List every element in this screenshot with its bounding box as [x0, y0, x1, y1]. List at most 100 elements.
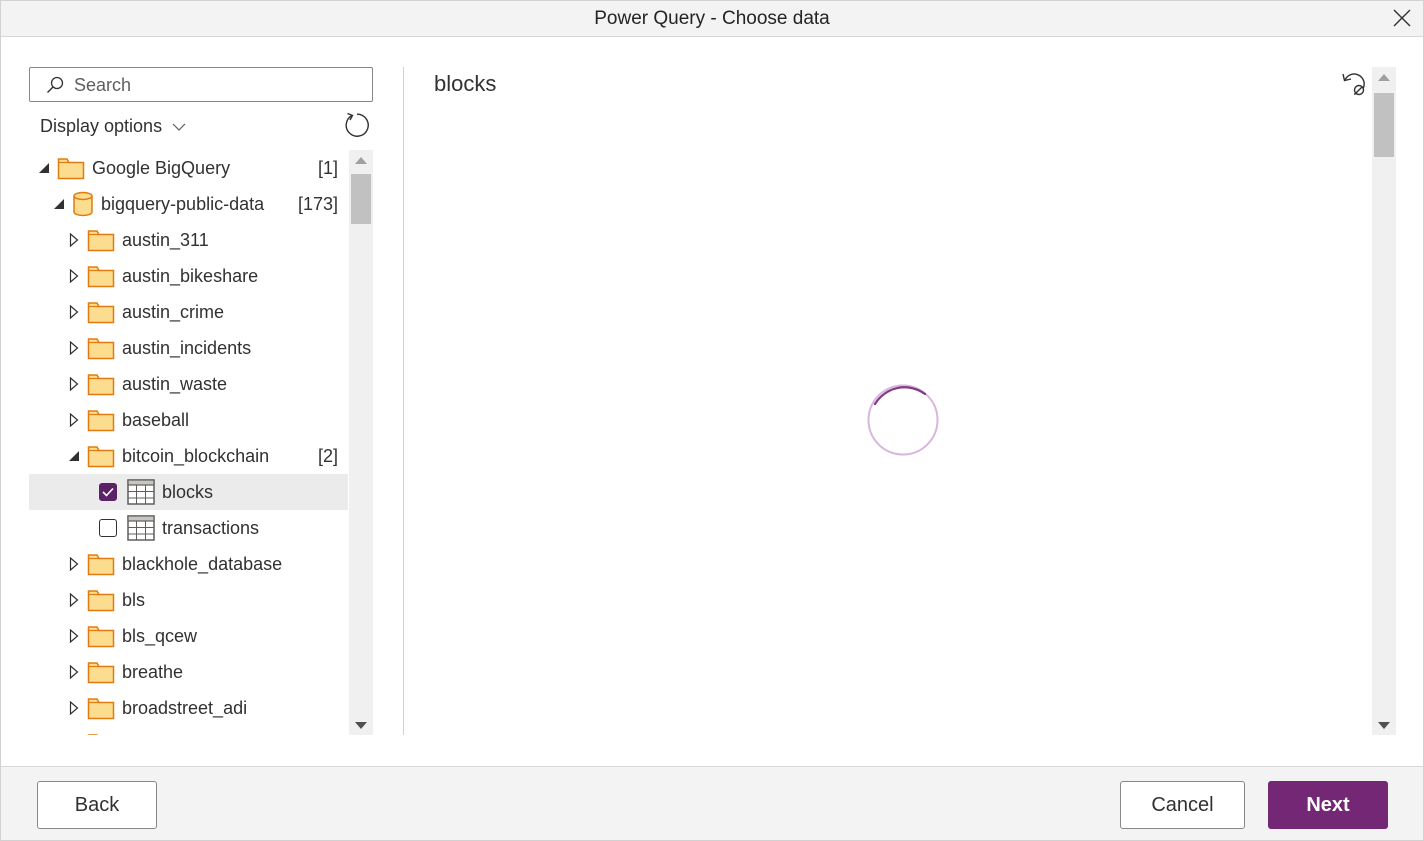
- loading-spinner: [867, 384, 939, 456]
- tree-item[interactable]: austin_waste: [29, 366, 348, 402]
- tree-item-label: broadstreet_adi: [122, 697, 248, 718]
- refresh-icon: [345, 112, 369, 137]
- tree-item[interactable]: austin_crime: [29, 294, 348, 330]
- tree-item[interactable]: blocks: [29, 474, 348, 510]
- folder-icon: [87, 299, 115, 325]
- tree-item[interactable]: austin_bikeshare: [29, 258, 348, 294]
- folder-icon: [87, 623, 115, 649]
- tree-item-label: bls_qcew: [122, 625, 198, 646]
- expanded-caret-icon[interactable]: [52, 197, 66, 211]
- back-button[interactable]: Back: [37, 781, 157, 829]
- collapsed-caret-icon[interactable]: [67, 701, 81, 715]
- item-count: [2]: [317, 445, 338, 466]
- table-icon: [127, 479, 155, 505]
- collapsed-caret-icon[interactable]: [67, 557, 81, 571]
- expanded-caret-icon[interactable]: [67, 449, 81, 463]
- tree-item[interactable]: Google BigQuery [1]: [29, 150, 348, 186]
- tree-scrollbar[interactable]: [349, 150, 373, 735]
- tree-item-label: blackhole_database: [122, 553, 283, 574]
- next-button[interactable]: Next: [1268, 781, 1388, 829]
- dialog-footer: Back Cancel Next: [0, 766, 1424, 841]
- folder-icon: [87, 371, 115, 397]
- preview-scrollbar[interactable]: [1372, 67, 1396, 735]
- arrow-up-icon: [355, 156, 367, 164]
- window-title: Power Query - Choose data: [594, 8, 830, 29]
- folder-icon: [87, 443, 115, 469]
- folder-icon: [87, 587, 115, 613]
- close-icon: [1393, 9, 1411, 27]
- tree-item-label: transactions: [162, 517, 260, 538]
- title-bar: Power Query - Choose data: [0, 0, 1424, 37]
- scroll-down-button[interactable]: [349, 717, 373, 733]
- folder-icon: [87, 263, 115, 289]
- table-icon: [127, 515, 155, 541]
- scroll-thumb[interactable]: [1374, 93, 1394, 157]
- item-checkbox[interactable]: [99, 483, 117, 501]
- collapsed-caret-icon[interactable]: [67, 665, 81, 679]
- refresh-disabled-icon: [1342, 73, 1365, 96]
- refresh-preview-button[interactable]: [1340, 70, 1368, 98]
- tree-item-label: Google BigQuery: [92, 157, 231, 178]
- close-button[interactable]: [1391, 7, 1413, 29]
- expanded-caret-icon[interactable]: [37, 161, 51, 175]
- tree-item[interactable]: broadstreet_adi: [29, 690, 348, 726]
- collapsed-caret-icon[interactable]: [67, 593, 81, 607]
- tree-item-partial[interactable]: [29, 726, 348, 735]
- tree-item[interactable]: bigquery-public-data [173]: [29, 186, 348, 222]
- item-count: [173]: [297, 193, 338, 214]
- tree-item[interactable]: baseball: [29, 402, 348, 438]
- arrow-up-icon: [1378, 73, 1390, 81]
- item-checkbox[interactable]: [99, 519, 117, 537]
- tree-item-label: bitcoin_blockchain: [122, 445, 270, 466]
- search-input[interactable]: [74, 74, 364, 96]
- tree-item[interactable]: breathe: [29, 654, 348, 690]
- tree-item[interactable]: blackhole_database: [29, 546, 348, 582]
- tree-item[interactable]: austin_incidents: [29, 330, 348, 366]
- tree-item-label: austin_waste: [122, 373, 228, 394]
- scroll-down-button[interactable]: [1372, 717, 1396, 733]
- tree-item[interactable]: bls: [29, 582, 348, 618]
- search-icon: [47, 76, 64, 93]
- panel-divider: [403, 67, 404, 735]
- tree-item[interactable]: bitcoin_blockchain [2]: [29, 438, 348, 474]
- tree-item-label: blocks: [162, 481, 214, 502]
- tree-item-label: bigquery-public-data: [101, 193, 265, 214]
- collapsed-caret-icon[interactable]: [67, 413, 81, 427]
- preview-title: blocks: [434, 71, 497, 96]
- folder-icon: [87, 731, 115, 735]
- folder-icon: [87, 227, 115, 253]
- folder-icon: [87, 695, 115, 721]
- collapsed-caret-icon[interactable]: [67, 377, 81, 391]
- tree-item[interactable]: bls_qcew: [29, 618, 348, 654]
- folder-icon: [87, 551, 115, 577]
- arrow-down-icon: [1378, 721, 1390, 729]
- collapsed-caret-icon[interactable]: [67, 629, 81, 643]
- collapsed-caret-icon[interactable]: [67, 305, 81, 319]
- folder-icon: [57, 155, 85, 181]
- collapsed-caret-icon[interactable]: [67, 233, 81, 247]
- collapsed-caret-icon[interactable]: [67, 341, 81, 355]
- arrow-down-icon: [355, 721, 367, 729]
- scroll-thumb[interactable]: [351, 174, 371, 224]
- tree-item-label: austin_311: [122, 229, 209, 250]
- scroll-up-button[interactable]: [349, 152, 373, 168]
- search-box[interactable]: [29, 67, 373, 102]
- scroll-up-button[interactable]: [1372, 69, 1396, 85]
- tree-item[interactable]: transactions: [29, 510, 348, 546]
- display-options-dropdown[interactable]: Display options: [40, 116, 186, 137]
- refresh-button[interactable]: [342, 111, 370, 139]
- navigator-tree: Google BigQuery [1] bigquery-public-data [1…: [29, 150, 349, 735]
- tree-item-label: breathe: [122, 661, 184, 682]
- display-options-label: Display options: [40, 116, 163, 136]
- folder-icon: [87, 407, 115, 433]
- collapsed-caret-icon[interactable]: [67, 269, 81, 283]
- tree-item-label: austin_incidents: [122, 337, 252, 358]
- folder-icon: [87, 335, 115, 361]
- item-count: [1]: [317, 157, 338, 178]
- cancel-button[interactable]: Cancel: [1120, 781, 1245, 829]
- tree-item-label: bls: [122, 589, 146, 610]
- chevron-down-icon: [172, 123, 186, 131]
- tree-item-label: baseball: [122, 409, 190, 430]
- tree-item[interactable]: austin_311: [29, 222, 348, 258]
- folder-icon: [87, 659, 115, 685]
